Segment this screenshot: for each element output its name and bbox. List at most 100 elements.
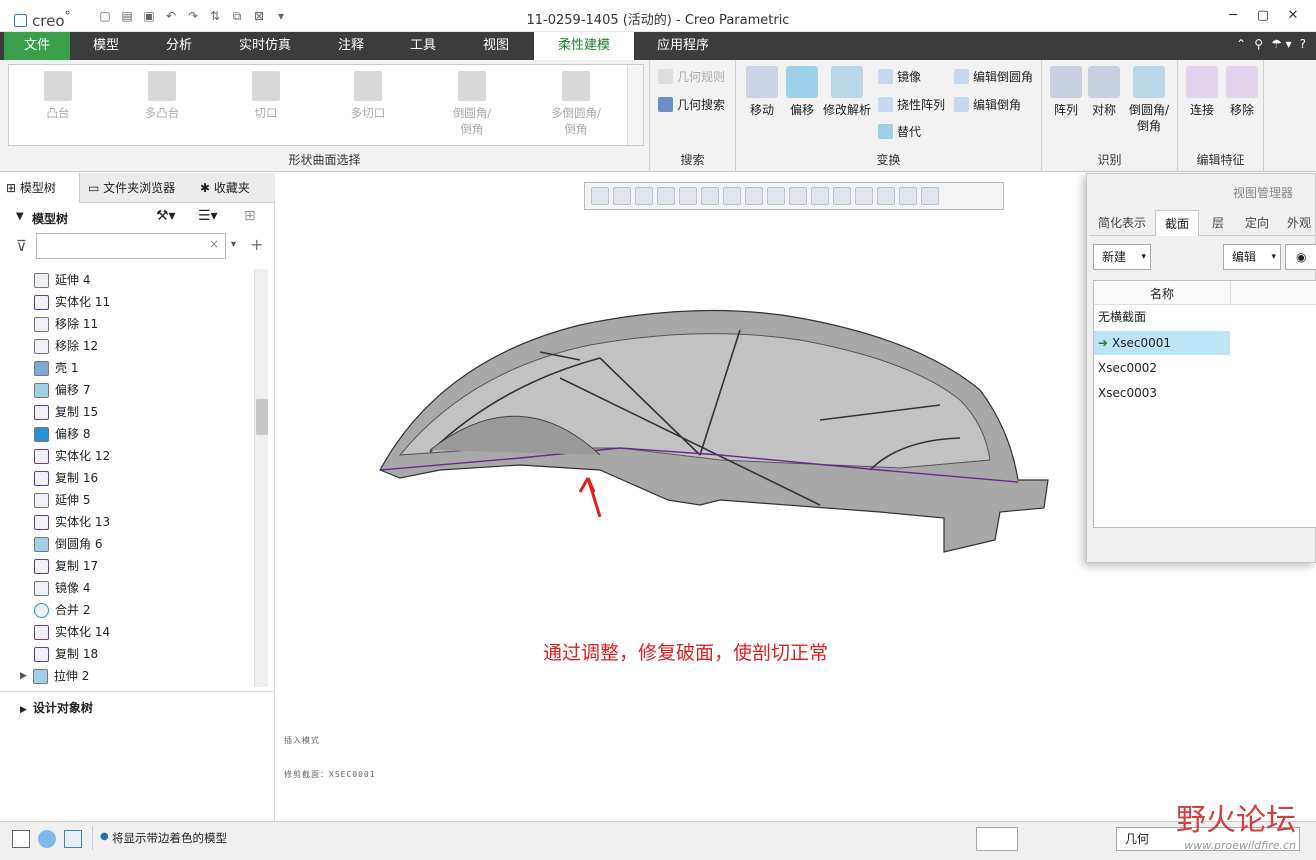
tree-item[interactable]: 壳 1 [34,357,78,379]
remove-button[interactable]: 移除 [1222,66,1262,118]
tab-appearance[interactable]: 外观 [1279,210,1316,236]
tree-item[interactable]: 复制 17 [34,555,98,577]
tree-item[interactable]: 偏移 7 [34,379,90,401]
annotation-display-icon[interactable] [811,187,829,205]
clear-icon[interactable]: × [209,237,219,251]
edit-section-button[interactable]: 编辑 ▾ [1223,244,1281,270]
list-item[interactable]: Xsec0002 [1094,356,1230,380]
scroll-thumb[interactable] [256,399,268,435]
list-item[interactable]: Xsec0003 [1094,381,1230,405]
gallery-round-chamfer[interactable]: 倒圆角/ 倒角 [427,71,517,137]
search-icon[interactable]: ⚲ [1254,37,1263,51]
tree-scrollbar[interactable] [254,269,268,687]
spin-center-icon[interactable] [833,187,851,205]
tree-item[interactable]: 镜像 4 [34,577,90,599]
tab-favorites[interactable]: ✱ 收藏夹 [194,173,274,203]
new-section-button[interactable]: 新建 ▾ [1093,244,1151,270]
offset-button[interactable]: 偏移 [780,66,824,118]
filter-dropdown-icon[interactable]: ▾ [231,239,236,250]
geometry-search-button[interactable]: 几何搜索 [658,96,725,113]
tab-view[interactable]: 视图 [458,32,534,60]
visibility-button[interactable]: ◉ [1285,244,1316,270]
tree-filter-input[interactable]: × [36,233,226,259]
tree-item[interactable]: 实体化 11 [34,291,110,313]
flexible-pattern-button[interactable]: 挠性阵列 [878,96,945,113]
csys-display-icon[interactable] [855,187,873,205]
view-manager-icon[interactable] [723,187,741,205]
plane-display-icon[interactable] [877,187,895,205]
gallery-scrollbar[interactable] [627,65,643,145]
edit-round-button[interactable]: 编辑倒圆角 [954,68,1033,85]
refit-icon[interactable] [591,187,609,205]
help-icon[interactable]: ? [1300,37,1306,51]
settings-icon[interactable]: ⚒▾ [156,208,176,224]
gallery-multi-boss[interactable]: 多凸台 [117,71,207,121]
maximize-button[interactable]: ▢ [1248,6,1278,26]
pause-icon[interactable] [899,187,917,205]
minimize-button[interactable]: ─ [1218,6,1248,26]
zoom-out-icon[interactable] [635,187,653,205]
tree-item[interactable]: ▶ 拉伸 2 [20,665,89,687]
gallery-multi-cut[interactable]: 多切口 [323,71,413,121]
browser-toggle-icon[interactable] [38,830,56,848]
move-button[interactable]: 移动 [740,66,784,118]
tab-applications[interactable]: 应用程序 [636,32,730,60]
tree-item[interactable]: 实体化 13 [34,511,110,533]
add-icon[interactable]: + [250,235,263,254]
community-icon[interactable]: ☂ ▾ [1271,37,1292,51]
tree-item[interactable]: 偏移 8 [34,423,90,445]
tab-orient[interactable]: 定向 [1235,210,1279,236]
tab-model-tree[interactable]: ⊞ 模型树 [0,173,80,203]
close-button[interactable]: ✕ [1278,6,1308,26]
perspective-icon[interactable] [745,187,763,205]
tab-flexible-modeling[interactable]: 柔性建模 [534,32,634,60]
edit-chamfer-button[interactable]: 编辑倒角 [954,96,1021,113]
tab-model[interactable]: 模型 [72,32,140,60]
symmetry-button[interactable]: 对称 [1084,66,1124,118]
tab-sections[interactable]: 截面 [1155,210,1199,236]
pattern-button[interactable]: 阵列 [1046,66,1086,118]
tree-item[interactable]: 实体化 14 [34,621,110,643]
show-icon[interactable]: ☰▾ [198,208,218,224]
navigator-toggle-icon[interactable] [12,830,30,848]
gallery-multi-round[interactable]: 多倒圆角/ 倒角 [531,71,621,137]
collapse-arrow-icon[interactable]: ▼ [16,211,24,222]
tree-item[interactable]: 移除 12 [34,335,98,357]
tab-layers[interactable]: 层 [1201,210,1235,236]
collapse-ribbon-icon[interactable]: ⌃ [1236,37,1246,51]
tree-item[interactable]: 倒圆角 6 [34,533,102,555]
display-style-icon[interactable] [679,187,697,205]
design-tree-section[interactable]: ▶ 设计对象树 [20,699,93,716]
section-icon[interactable] [767,187,785,205]
annotations-icon[interactable] [921,187,939,205]
gallery-cut[interactable]: 切口 [221,71,311,121]
tree-item[interactable]: 实体化 12 [34,445,110,467]
expand-arrow-icon[interactable]: ▶ [20,665,27,687]
saved-views-icon[interactable] [701,187,719,205]
tab-tools[interactable]: 工具 [390,32,456,60]
geometry-rules-button[interactable]: 几何规则 [658,68,725,85]
tree-item[interactable]: 合并 2 [34,599,90,621]
tree-item[interactable]: 复制 15 [34,401,98,423]
recognize-round-button[interactable]: 倒圆角/ 倒角 [1124,66,1174,134]
datum-display-icon[interactable] [789,187,807,205]
substitute-button[interactable]: 替代 [878,123,921,140]
zoom-in-icon[interactable] [613,187,631,205]
tab-simulation[interactable]: 实时仿真 [218,32,312,60]
tree-item[interactable]: 复制 18 [34,643,98,665]
gallery-boss[interactable]: 凸台 [13,71,103,121]
full-screen-icon[interactable] [64,830,82,848]
attach-button[interactable]: 连接 [1182,66,1222,118]
tab-analysis[interactable]: 分析 [142,32,216,60]
tree-item[interactable]: 复制 16 [34,467,98,489]
list-item[interactable]: 无横截面 [1094,305,1230,329]
tab-folder-browser[interactable]: ▭ 文件夹浏览器 [82,173,192,203]
tab-file[interactable]: 文件 [4,32,70,60]
tree-columns-icon[interactable]: ⊞ [244,208,256,224]
selection-filter-icon-button[interactable] [976,827,1018,851]
repaint-icon[interactable] [657,187,675,205]
mirror-button[interactable]: 镜像 [878,68,921,85]
tree-item[interactable]: 延伸 5 [34,489,90,511]
tab-annotate[interactable]: 注释 [314,32,388,60]
modify-analytic-button[interactable]: 修改解析 [820,66,874,118]
